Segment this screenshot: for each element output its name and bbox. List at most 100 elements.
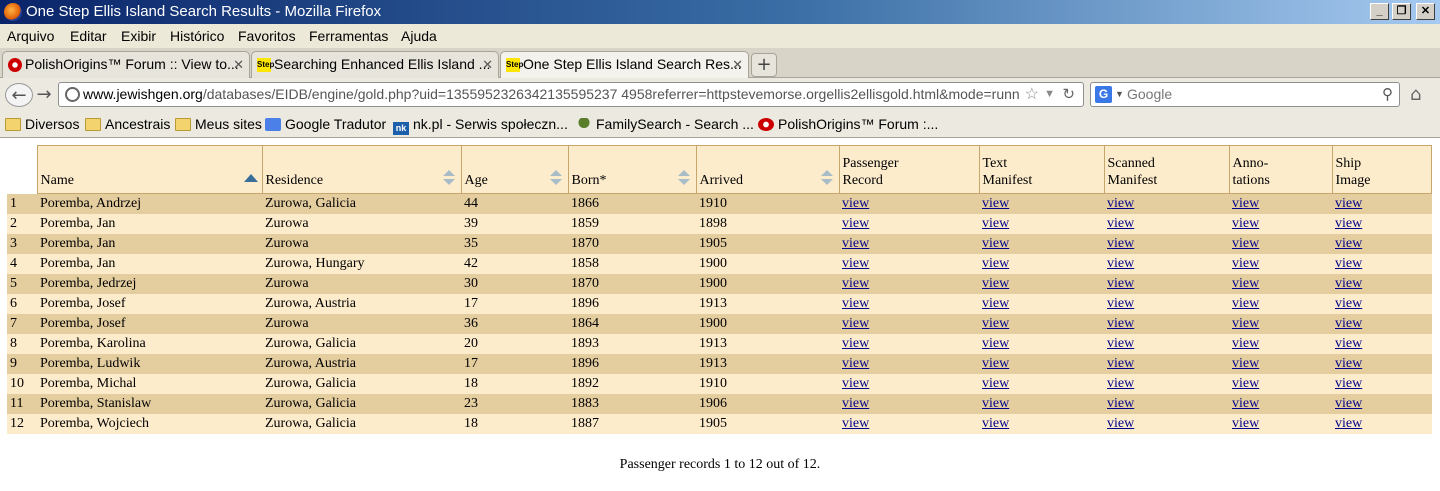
annotations-link[interactable]: view [1232, 356, 1259, 371]
ship-image-link[interactable]: view [1335, 316, 1362, 331]
chevron-down-icon[interactable]: ▼ [1044, 83, 1055, 106]
ship-image-link[interactable]: view [1335, 356, 1362, 371]
text-manifest-link[interactable]: view [982, 396, 1009, 411]
bookmark-familysearch[interactable]: FamilySearch - Search ... [576, 116, 754, 132]
ship-image-link[interactable]: view [1335, 376, 1362, 391]
passenger-record-link[interactable]: view [842, 296, 869, 311]
menu-editar[interactable]: Editar [70, 28, 107, 44]
back-button[interactable]: ← [5, 83, 33, 107]
sort-icon[interactable] [549, 170, 562, 186]
passenger-record-link[interactable]: view [842, 276, 869, 291]
chevron-down-icon[interactable]: ▼ [1115, 83, 1124, 106]
close-tab-icon[interactable]: ✕ [482, 52, 493, 77]
age-column-header[interactable]: Age [460, 145, 569, 194]
scanned-manifest-link[interactable]: view [1107, 416, 1134, 431]
text-manifest-link[interactable]: view [982, 356, 1009, 371]
text-manifest-link[interactable]: view [982, 296, 1009, 311]
passenger-record-link[interactable]: view [842, 216, 869, 231]
close-tab-icon[interactable]: ✕ [233, 52, 244, 77]
passenger-record-link[interactable]: view [842, 396, 869, 411]
residence-column-header[interactable]: Residence [261, 145, 462, 194]
reload-icon[interactable]: ↻ [1062, 83, 1075, 106]
ship-image-link[interactable]: view [1335, 416, 1362, 431]
text-manifest-link[interactable]: view [982, 336, 1009, 351]
scanned-manifest-link[interactable]: view [1107, 396, 1134, 411]
text-manifest-link[interactable]: view [982, 236, 1009, 251]
ship-image-link[interactable]: view [1335, 256, 1362, 271]
forward-button[interactable]: → [36, 83, 52, 107]
restore-button[interactable]: ❐ [1392, 3, 1411, 20]
new-tab-button[interactable]: + [751, 53, 777, 77]
text-manifest-link[interactable]: view [982, 196, 1009, 211]
tab-searching-ellis[interactable]: Step Searching Enhanced Ellis Island ...… [251, 51, 499, 78]
menu-exibir[interactable]: Exibir [121, 28, 156, 44]
scanned-manifest-link[interactable]: view [1107, 276, 1134, 291]
annotations-link[interactable]: view [1232, 336, 1259, 351]
scanned-manifest-link[interactable]: view [1107, 316, 1134, 331]
annotations-link[interactable]: view [1232, 296, 1259, 311]
passenger-record-link[interactable]: view [842, 316, 869, 331]
passenger-record-link[interactable]: view [842, 196, 869, 211]
sort-icon[interactable] [820, 170, 833, 186]
tab-polishorigins[interactable]: PolishOrigins™ Forum :: View to... ✕ [2, 51, 250, 78]
text-manifest-link[interactable]: view [982, 316, 1009, 331]
scanned-manifest-link[interactable]: view [1107, 356, 1134, 371]
passenger-record-link[interactable]: view [842, 336, 869, 351]
search-icon[interactable]: ⚲ [1382, 83, 1393, 106]
scanned-manifest-link[interactable]: view [1107, 236, 1134, 251]
text-manifest-link[interactable]: view [982, 376, 1009, 391]
ship-image-link[interactable]: view [1335, 236, 1362, 251]
annotations-link[interactable]: view [1232, 256, 1259, 271]
sort-icon[interactable] [442, 170, 455, 186]
annotations-link[interactable]: view [1232, 196, 1259, 211]
annotations-link[interactable]: view [1232, 396, 1259, 411]
name-column-header[interactable]: Name [36, 145, 263, 194]
google-icon[interactable]: G [1095, 86, 1112, 103]
search-input[interactable]: G ▼ Google ⚲ [1090, 82, 1400, 107]
passenger-record-link[interactable]: view [842, 416, 869, 431]
passenger-record-link[interactable]: view [842, 376, 869, 391]
bookmark-ancestrais[interactable]: Ancestrais [85, 116, 170, 132]
ship-image-link[interactable]: view [1335, 216, 1362, 231]
tab-one-step-results[interactable]: Step One Step Ellis Island Search Res...… [500, 51, 749, 79]
text-manifest-link[interactable]: view [982, 416, 1009, 431]
scanned-manifest-link[interactable]: view [1107, 336, 1134, 351]
scanned-manifest-link[interactable]: view [1107, 376, 1134, 391]
annotations-link[interactable]: view [1232, 236, 1259, 251]
menu-arquivo[interactable]: Arquivo [7, 28, 54, 44]
sort-ascending-icon[interactable] [243, 170, 258, 186]
annotations-link[interactable]: view [1232, 416, 1259, 431]
ship-image-link[interactable]: view [1335, 276, 1362, 291]
ship-image-link[interactable]: view [1335, 296, 1362, 311]
passenger-record-link[interactable]: view [842, 356, 869, 371]
sort-icon[interactable] [677, 170, 690, 186]
minimize-button[interactable]: _ [1370, 3, 1389, 20]
annotations-link[interactable]: view [1232, 216, 1259, 231]
text-manifest-link[interactable]: view [982, 276, 1009, 291]
ship-image-link[interactable]: view [1335, 196, 1362, 211]
menu-historico[interactable]: Histórico [170, 28, 224, 44]
annotations-link[interactable]: view [1232, 316, 1259, 331]
scanned-manifest-link[interactable]: view [1107, 196, 1134, 211]
born-column-header[interactable]: Born* [567, 145, 697, 194]
bookmark-star-icon[interactable]: ☆ [1025, 83, 1039, 106]
scanned-manifest-link[interactable]: view [1107, 256, 1134, 271]
arrived-column-header[interactable]: Arrived [695, 145, 840, 194]
close-tab-icon[interactable]: ✕ [732, 52, 743, 77]
text-manifest-link[interactable]: view [982, 216, 1009, 231]
ship-image-link[interactable]: view [1335, 336, 1362, 351]
passenger-record-link[interactable]: view [842, 256, 869, 271]
annotations-link[interactable]: view [1232, 376, 1259, 391]
passenger-record-link[interactable]: view [842, 236, 869, 251]
close-window-button[interactable]: ✕ [1416, 3, 1435, 20]
bookmark-diversos[interactable]: Diversos [5, 116, 79, 132]
text-manifest-link[interactable]: view [982, 256, 1009, 271]
ship-image-link[interactable]: view [1335, 396, 1362, 411]
menu-favoritos[interactable]: Favoritos [238, 28, 296, 44]
scanned-manifest-link[interactable]: view [1107, 216, 1134, 231]
address-bar[interactable]: www.jewishgen.org/databases/EIDB/engine/… [58, 82, 1084, 107]
home-icon[interactable]: ⌂ [1410, 84, 1421, 105]
bookmark-google-tradutor[interactable]: Google Tradutor [265, 116, 386, 132]
bookmark-meus-sites[interactable]: Meus sites [175, 116, 262, 132]
menu-ajuda[interactable]: Ajuda [401, 28, 437, 44]
